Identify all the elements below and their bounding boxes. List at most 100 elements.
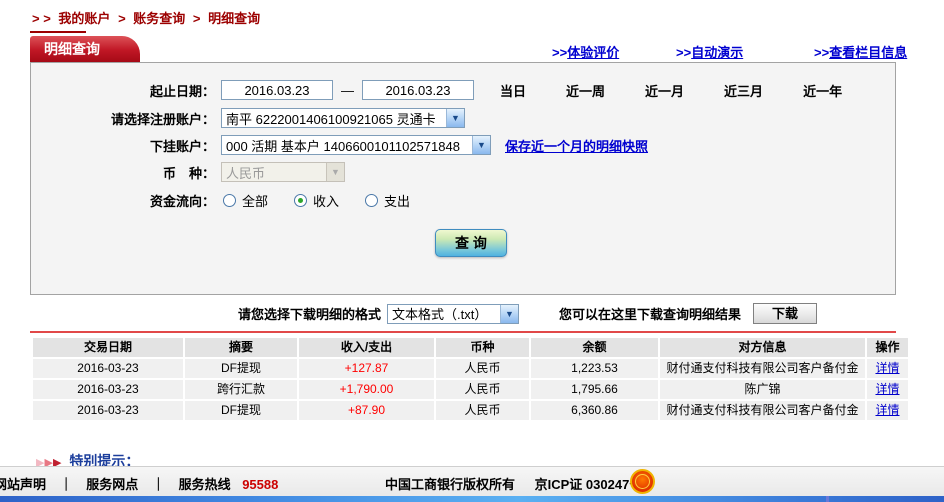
- col-header-amount: 收入/支出: [299, 338, 434, 357]
- cell-amount: +127.87: [299, 359, 434, 378]
- date-dash: —: [341, 82, 354, 98]
- cell-currency: 人民币: [436, 359, 529, 378]
- breadcrumb-separator: >: [192, 11, 201, 26]
- radio-income-label[interactable]: 收入: [313, 191, 339, 210]
- download-format-value: 文本格式（.txt）: [392, 307, 488, 322]
- cell-summary: DF提现: [185, 359, 297, 378]
- col-header-action: 操作: [867, 338, 908, 357]
- horizontal-scrollbar[interactable]: [0, 496, 944, 502]
- save-monthly-snapshot-link[interactable]: 保存近一个月的明细快照: [505, 136, 648, 155]
- transaction-table: 交易日期 摘要 收入/支出 币种 余额 对方信息 操作 2016-03-23 D…: [33, 338, 908, 420]
- date-range-row: 起止日期： — 当日 近一周 近一月 近三月 近一年: [31, 79, 895, 101]
- tab-top-divider: [30, 31, 86, 33]
- cell-balance: 1,795.66: [531, 380, 658, 399]
- currency-label: 币 种：: [162, 165, 215, 181]
- radio-all-label[interactable]: 全部: [242, 191, 268, 210]
- special-notice: ▶▶▶ 特别提示：: [36, 452, 139, 466]
- detail-query-page: > > 我的账户 > 账务查询 > 明细查询 明细查询 >>体验评价 >>自动演…: [0, 0, 944, 502]
- radio-expense[interactable]: [365, 193, 379, 207]
- radio-expense-label[interactable]: 支出: [384, 191, 410, 210]
- footer-copyright: 中国工商银行版权所有 京ICP证 030247号: [385, 474, 642, 493]
- quick-range-week[interactable]: 近一周: [566, 81, 605, 100]
- breadcrumb-separator: >: [118, 11, 126, 26]
- footer: 网站声明 ｜ 服务网点 ｜ 服务热线 95588 中国工商银行版权所有 京ICP…: [0, 466, 944, 497]
- cell-summary: DF提现: [185, 401, 297, 420]
- col-header-counterparty: 对方信息: [660, 338, 865, 357]
- sub-account-row: 下挂账户： 000 活期 基本户 1406600101102571848 ▼ 保…: [31, 134, 895, 156]
- footer-separator: ｜: [151, 477, 165, 492]
- col-header-balance: 余额: [531, 338, 658, 357]
- sub-account-select[interactable]: 000 活期 基本户 1406600101102571848 ▼: [221, 135, 491, 155]
- link-label[interactable]: 查看栏目信息: [829, 45, 907, 60]
- date-to-input[interactable]: [362, 80, 474, 100]
- register-account-label: 请选择注册账户：: [110, 111, 215, 127]
- download-format-select[interactable]: 文本格式（.txt） ▼: [387, 303, 520, 324]
- cell-date: 2016-03-23: [33, 380, 183, 399]
- icp-license: 京ICP证 030247号: [534, 477, 643, 492]
- quick-range-3months[interactable]: 近三月: [724, 81, 763, 100]
- download-row: 请您选择下载明细的格式 文本格式（.txt） ▼ 您可以在这里下载查询明细结果 …: [30, 303, 896, 324]
- date-range-label: 起止日期：: [149, 83, 215, 99]
- cell-balance: 6,360.86: [531, 401, 658, 420]
- breadcrumb-item-account-query[interactable]: 账务查询: [133, 11, 185, 26]
- fund-flow-row: 资金流向： 全部 收入 支出: [31, 189, 895, 211]
- detail-link[interactable]: 详情: [875, 403, 899, 417]
- register-account-value: 南平 6222001406100921065 灵通卡: [226, 111, 436, 127]
- link-label[interactable]: 自动演示: [691, 45, 743, 60]
- sub-account-label: 下挂账户：: [149, 138, 215, 154]
- notice-arrow-icon: ▶: [52, 457, 62, 466]
- service-outlets-link[interactable]: 服务网点: [86, 477, 138, 492]
- cell-currency: 人民币: [436, 401, 529, 420]
- date-from-input[interactable]: [221, 80, 333, 100]
- col-header-currency: 币种: [436, 338, 529, 357]
- experience-rating-link[interactable]: >>体验评价: [552, 42, 619, 61]
- link-prefix: >>: [814, 45, 830, 60]
- radio-income[interactable]: [294, 193, 308, 207]
- breadcrumb: > > 我的账户 > 账务查询 > 明细查询: [32, 8, 264, 27]
- hotline-label: 服务热线: [178, 477, 231, 492]
- breadcrumb-prefix: > >: [32, 11, 51, 26]
- radio-all[interactable]: [223, 193, 236, 207]
- cell-amount: +87.90: [299, 401, 434, 420]
- cell-currency: 人民币: [436, 380, 529, 399]
- link-label[interactable]: 体验评价: [567, 45, 619, 60]
- chevron-down-icon: ▼: [326, 163, 344, 181]
- link-prefix: >>: [676, 45, 692, 60]
- col-header-summary: 摘要: [185, 338, 297, 357]
- download-format-label: 请您选择下载明细的格式: [238, 307, 382, 322]
- quick-range-month[interactable]: 近一月: [645, 81, 684, 100]
- register-account-select[interactable]: 南平 6222001406100921065 灵通卡 ▼: [221, 108, 465, 128]
- auto-demo-link[interactable]: >>自动演示: [676, 42, 743, 61]
- register-account-row: 请选择注册账户： 南平 6222001406100921065 灵通卡 ▼: [31, 107, 895, 129]
- detail-link[interactable]: 详情: [875, 382, 899, 396]
- site-statement-link[interactable]: 网站声明: [0, 477, 46, 492]
- cell-counterparty: 财付通支付科技有限公司客户备付金: [660, 359, 865, 378]
- cell-counterparty: 陈广锦: [660, 380, 865, 399]
- view-column-info-link[interactable]: >>查看栏目信息: [814, 42, 907, 61]
- footer-links: 网站声明 ｜ 服务网点 ｜ 服务热线 95588: [0, 474, 278, 493]
- chevron-down-icon[interactable]: ▼: [446, 109, 464, 127]
- sub-account-value: 000 活期 基本户 1406600101102571848: [226, 138, 460, 154]
- breadcrumb-item-my-account[interactable]: 我的账户: [58, 11, 110, 26]
- fund-flow-label: 资金流向：: [149, 193, 215, 209]
- security-seal-icon: [630, 469, 655, 494]
- copyright-text: 中国工商银行版权所有: [385, 477, 516, 492]
- cell-date: 2016-03-23: [33, 401, 183, 420]
- quick-range-today[interactable]: 当日: [500, 81, 526, 100]
- cell-amount: +1,790.00: [299, 380, 434, 399]
- tab-detail-query[interactable]: 明细查询: [30, 36, 140, 62]
- download-hint: 您可以在这里下载查询明细结果: [559, 307, 742, 322]
- download-button[interactable]: 下载: [753, 303, 818, 324]
- table-top-divider: [30, 331, 896, 333]
- currency-value: 人民币: [226, 165, 266, 181]
- cell-date: 2016-03-23: [33, 359, 183, 378]
- breadcrumb-item-detail-query[interactable]: 明细查询: [208, 11, 260, 26]
- detail-link[interactable]: 详情: [875, 361, 899, 375]
- chevron-down-icon[interactable]: ▼: [500, 304, 519, 323]
- query-button[interactable]: 查 询: [435, 229, 507, 257]
- chevron-down-icon[interactable]: ▼: [472, 136, 490, 154]
- col-header-date: 交易日期: [33, 338, 183, 357]
- link-prefix: >>: [552, 45, 568, 60]
- cell-counterparty: 财付通支付科技有限公司客户备付金: [660, 401, 865, 420]
- quick-range-year[interactable]: 近一年: [803, 81, 842, 100]
